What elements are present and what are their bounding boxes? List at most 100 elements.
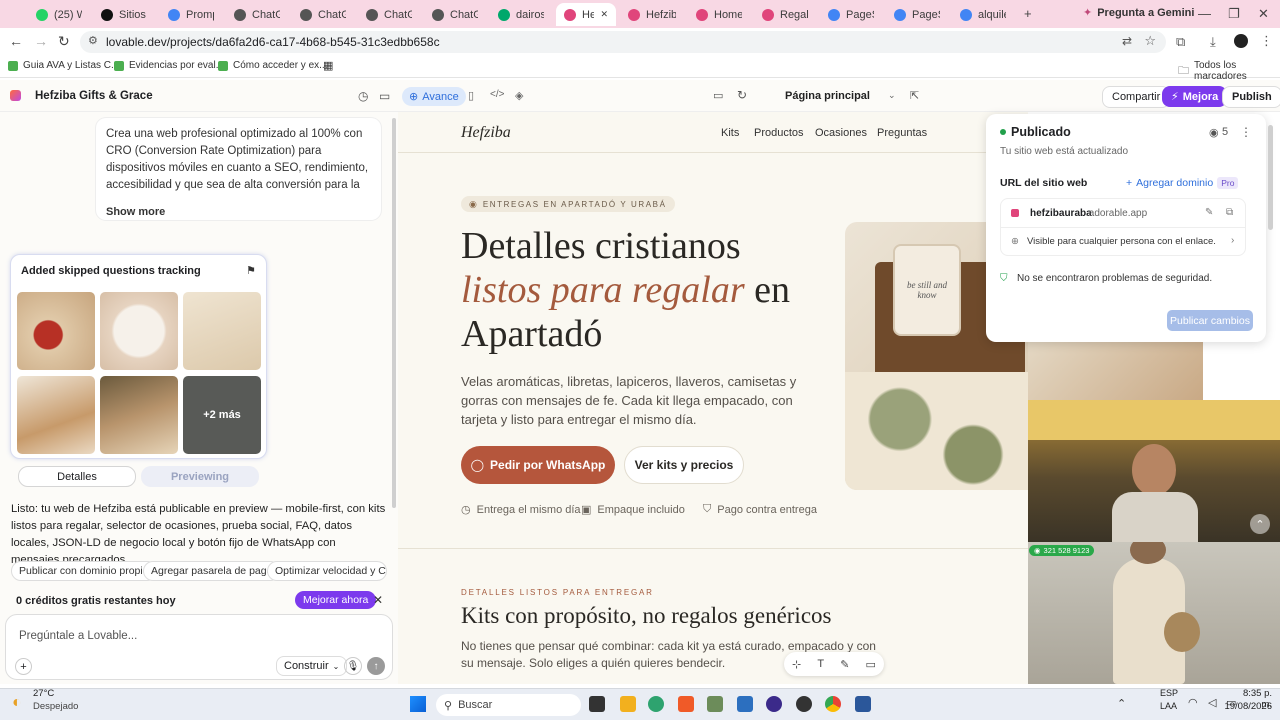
browser-tab[interactable]: Prompt S (160, 3, 222, 26)
chevron-right-icon[interactable]: › (1231, 235, 1234, 246)
pencil-icon[interactable]: ✎ (840, 658, 849, 671)
app-icon[interactable] (796, 696, 812, 712)
thumbnail-gift-box[interactable] (100, 376, 178, 454)
site-logo[interactable]: Hefziba (461, 124, 511, 142)
show-more-link[interactable]: Show more (106, 204, 371, 221)
browser-tab[interactable]: dairosann (490, 3, 552, 26)
view-kits-button[interactable]: Ver kits y precios (624, 446, 744, 484)
visibility-text[interactable]: Visible para cualquier persona con el en… (1027, 236, 1216, 247)
suggestion-chip[interactable]: Publicar con dominio propio (11, 561, 157, 581)
bookmark-icon[interactable]: ⚑ (246, 264, 256, 277)
browser-tab[interactable]: Regalos c (754, 3, 816, 26)
thumbnail-notebook[interactable] (100, 292, 178, 370)
comment-icon[interactable]: ▭ (866, 658, 876, 671)
add-attachment-icon[interactable]: + (15, 658, 32, 675)
browser-tab[interactable]: (25) What (28, 3, 90, 26)
browser-tab[interactable]: PageSpe (886, 3, 948, 26)
minimize-icon[interactable]: — (1198, 6, 1211, 21)
chrome-icon[interactable] (825, 696, 841, 712)
details-button[interactable]: Detalles (18, 466, 136, 487)
wifi-icon[interactable]: ◠ (1188, 696, 1198, 709)
page-select[interactable]: Página principal (785, 90, 870, 102)
whatsapp-cta-button[interactable]: ◯ Pedir por WhatsApp (461, 446, 615, 484)
forward-icon[interactable]: → (34, 33, 48, 49)
reload-icon[interactable]: ↻ (58, 33, 70, 50)
lovable-logo-icon[interactable] (10, 90, 21, 101)
build-mode-select[interactable]: Construir ⌄ (276, 656, 348, 676)
previewing-button[interactable]: Previewing (141, 466, 259, 487)
site-info-icon[interactable]: ⚙ (88, 34, 98, 47)
extensions-icon[interactable]: ⧉ (1176, 34, 1185, 50)
chevron-up-icon[interactable]: ⌃ (1117, 697, 1126, 710)
thumbnail-journal[interactable] (17, 376, 95, 454)
browser-tab[interactable]: PageSpe (820, 3, 882, 26)
profile-avatar[interactable] (1234, 34, 1248, 48)
send-icon[interactable]: ↑ (367, 657, 385, 675)
browser-tab[interactable]: Hefzi ✕ (556, 3, 616, 26)
sidebar-toggle-icon[interactable]: ▭ (379, 89, 390, 103)
app-icon[interactable] (707, 696, 723, 712)
publish-changes-button[interactable]: Publicar cambios (1167, 310, 1253, 331)
nav-link-preguntas[interactable]: Preguntas (877, 127, 927, 139)
translate-icon[interactable]: ⇄ (1122, 34, 1132, 48)
new-tab-button[interactable]: + (1024, 6, 1032, 21)
publish-button[interactable]: Publish (1222, 86, 1280, 108)
layers-icon[interactable]: ◈ (515, 89, 523, 102)
close-window-icon[interactable]: ✕ (1258, 6, 1269, 22)
code-icon[interactable]: </> (490, 89, 504, 100)
edit-icon[interactable]: ✎ (1205, 207, 1213, 218)
back-icon[interactable]: ← (9, 33, 23, 49)
browser-tab[interactable]: ChatGPT (358, 3, 420, 26)
nav-link-ocasiones[interactable]: Ocasiones (815, 127, 867, 139)
volume-icon[interactable]: ◁ (1208, 696, 1216, 709)
browser-tab[interactable]: Sitios We (93, 3, 155, 26)
taskbar-search[interactable]: ⚲ Buscar (436, 694, 581, 716)
close-icon[interactable]: ✕ (373, 593, 383, 607)
lang-primary[interactable]: ESP (1160, 688, 1178, 698)
browser-tab[interactable]: Hefziba | (620, 3, 684, 26)
device-icon[interactable]: ▭ (713, 89, 723, 102)
browser-tab[interactable]: ChatGPT (226, 3, 288, 26)
more-thumbnails-button[interactable]: +2 más (183, 376, 261, 454)
preview-scrollbar[interactable] (1268, 125, 1273, 230)
gemini-button[interactable]: ✦ Pregunta a Gemini (1083, 6, 1194, 20)
word-icon[interactable] (855, 696, 871, 712)
weather-icon[interactable]: ◐ (12, 694, 22, 712)
chevron-down-icon[interactable]: ⌄ (131, 90, 139, 101)
address-bar[interactable]: ⚙ lovable.dev/projects/da6fa2d6-ca17-4b6… (80, 31, 1166, 53)
add-domain-link[interactable]: + Agregar dominio Pro (1126, 177, 1239, 189)
text-icon[interactable]: T (817, 658, 824, 670)
chat-input-box[interactable]: Pregúntale a Lovable... + Construir ⌄ 🎙 ↑ (5, 614, 393, 680)
menu-icon[interactable]: ⋮ (1260, 33, 1273, 49)
brave-browser-icon[interactable] (678, 696, 694, 712)
suggestion-chip[interactable]: Optimizar velocidad y Core (267, 561, 387, 581)
download-icon[interactable]: ⤓ (1210, 34, 1216, 50)
edge-browser-icon[interactable] (648, 696, 664, 712)
nav-link-kits[interactable]: Kits (721, 127, 739, 139)
browser-tab[interactable]: Home | L (688, 3, 750, 26)
start-windows-icon[interactable] (410, 696, 426, 712)
select-icon[interactable]: ⊹ (792, 658, 801, 671)
share-button[interactable]: Compartir (1102, 86, 1171, 108)
close-tab-icon[interactable]: ✕ (600, 9, 608, 20)
thumbnail-keychains[interactable] (17, 292, 95, 370)
domain-name[interactable]: hefzibauraba (1030, 208, 1092, 219)
nav-link-productos[interactable]: Productos (754, 127, 804, 139)
microphone-icon[interactable]: 🎙 (344, 657, 362, 675)
maximize-icon[interactable]: ❐ (1228, 6, 1240, 22)
task-view-icon[interactable] (589, 696, 605, 712)
suggestion-chip[interactable]: Agregar pasarela de pago (143, 561, 281, 581)
lang-secondary[interactable]: LAA (1160, 701, 1177, 711)
open-external-icon[interactable]: ⇱ (910, 89, 919, 102)
thumbnail-tshirt[interactable] (183, 292, 261, 370)
file-icon[interactable]: ▯ (468, 89, 474, 102)
bookmark-star-icon[interactable]: ☆ (1144, 33, 1156, 49)
bookmark-item[interactable]: Guia AVA y Listas C... (8, 60, 119, 71)
all-bookmarks[interactable]: 🗀 Todos los marcadores (1178, 60, 1280, 82)
refresh-preview-icon[interactable]: ↻ (737, 88, 747, 102)
browser-tab[interactable]: ChatGPT (292, 3, 354, 26)
bookmark-item[interactable]: Cómo acceder y ex... (218, 60, 327, 71)
browser-tab[interactable]: ChatGPT (424, 3, 486, 26)
browser-tab[interactable]: alquiler d (952, 3, 1014, 26)
clock-date[interactable]: 19/08/2026 (1222, 701, 1272, 712)
